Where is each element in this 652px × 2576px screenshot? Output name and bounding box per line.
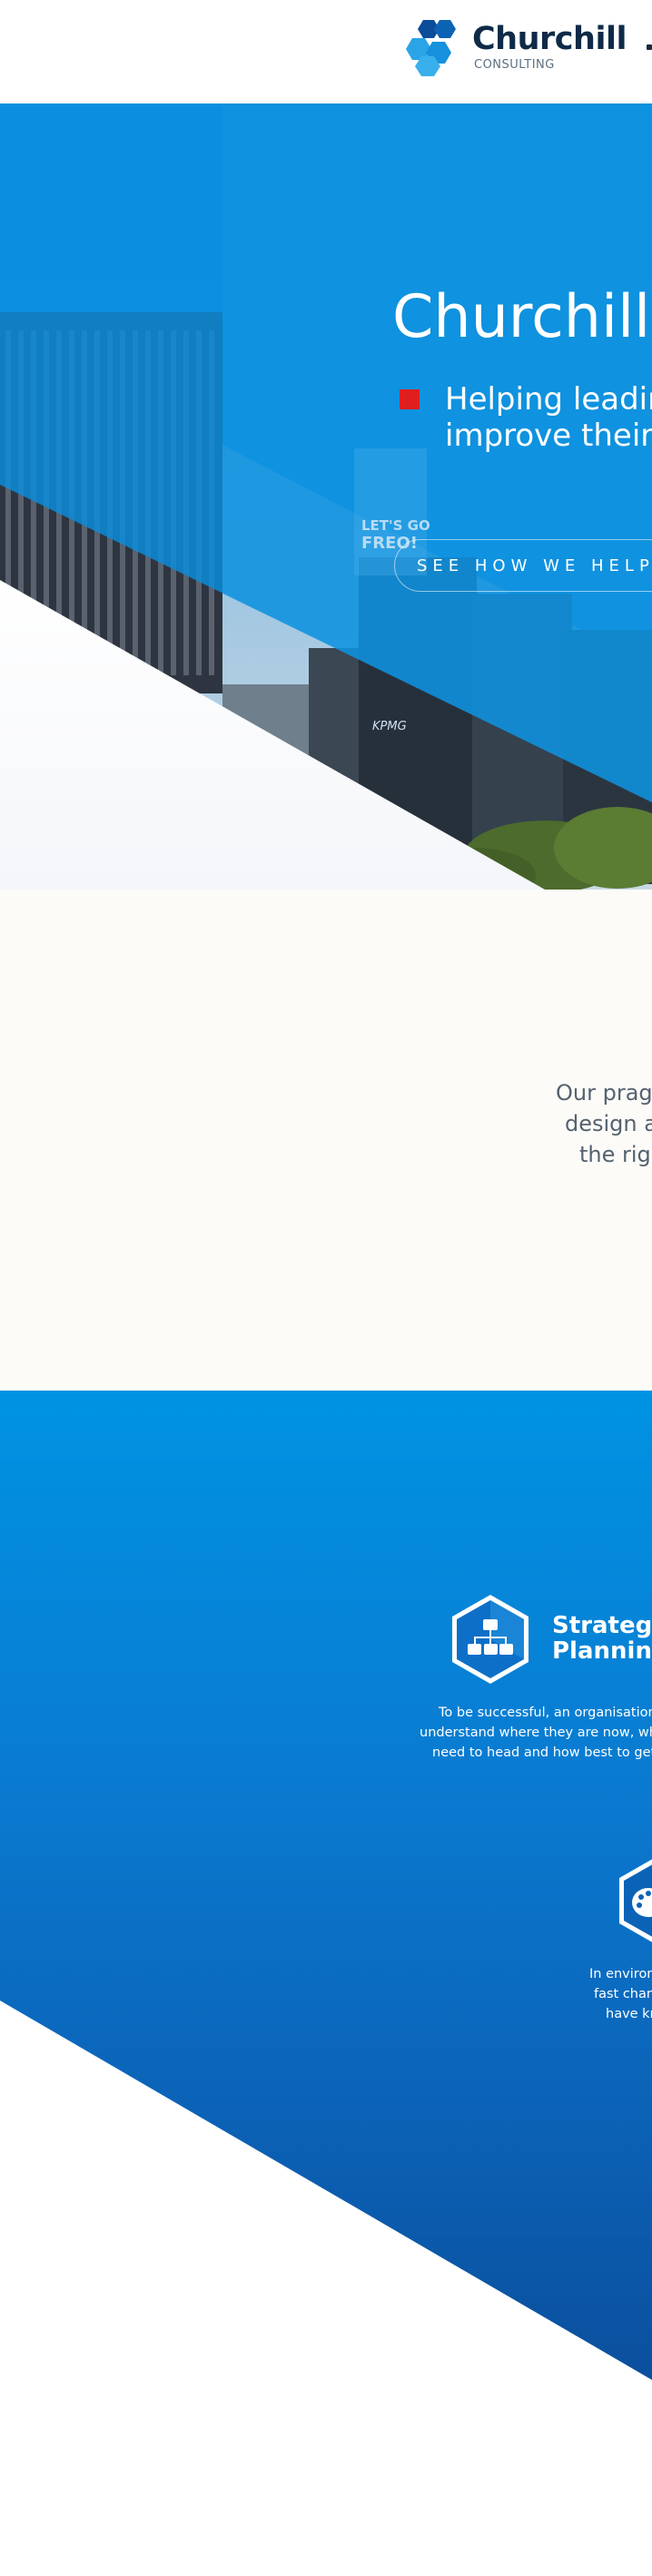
churchill-logo[interactable]: Churchill CONSULTING [403, 18, 627, 76]
strategy-hexagon-icon [452, 1595, 529, 1684]
billboard-text-1: LET'S GO [361, 517, 430, 534]
service-title-strategy-line-1: Strategy [552, 1612, 652, 1639]
intro-text-line-2: design an [565, 1111, 652, 1136]
service-desc-creative-line-2: fast chan [594, 1987, 652, 2001]
see-how-we-help-button[interactable]: SEE HOW WE HELP [394, 539, 652, 592]
service-desc-strategy-line-2: understand where they are now, wh [420, 1726, 652, 1740]
menu-toggle-icon[interactable] [647, 44, 652, 50]
hexagon-logo-icon [406, 20, 456, 76]
kpmg-sign: KPMG [372, 720, 407, 733]
hero-subtitle-line-1: Helping leadin [445, 381, 652, 418]
service-desc-creative-line-3: have kn [606, 2007, 652, 2021]
red-bullet-icon [400, 389, 420, 409]
intro-text-line-3: the righ [579, 1142, 652, 1167]
service-desc-strategy-line-3: need to head and how best to get [432, 1745, 652, 1760]
intro-section: Our pragm design an the righ [0, 890, 652, 1391]
service-title-strategy-line-2: Planning [552, 1637, 652, 1665]
service-desc-creative-line-1: In environ [589, 1967, 652, 1981]
intro-text-line-1: Our pragm [556, 1080, 652, 1106]
creative-hexagon-icon [619, 1859, 652, 1942]
services-background [0, 2001, 652, 2425]
hero-subtitle-line-2: improve their [445, 418, 652, 454]
hero-title: Churchill [392, 283, 651, 351]
hero-cityscape-image: KPMG LET'S GO FREO! [0, 103, 652, 890]
service-desc-strategy-line-1: To be successful, an organisation [439, 1706, 652, 1720]
logo-subtitle: CONSULTING [474, 58, 555, 72]
site-header: Churchill CONSULTING [0, 0, 652, 103]
logo-name: Churchill [472, 21, 627, 57]
footer-area [0, 2425, 652, 2576]
hero-section: KPMG LET'S GO FREO! Churchill Helping le… [0, 103, 652, 890]
services-section: Strategy Planning To be successful, an o… [0, 1391, 652, 2425]
